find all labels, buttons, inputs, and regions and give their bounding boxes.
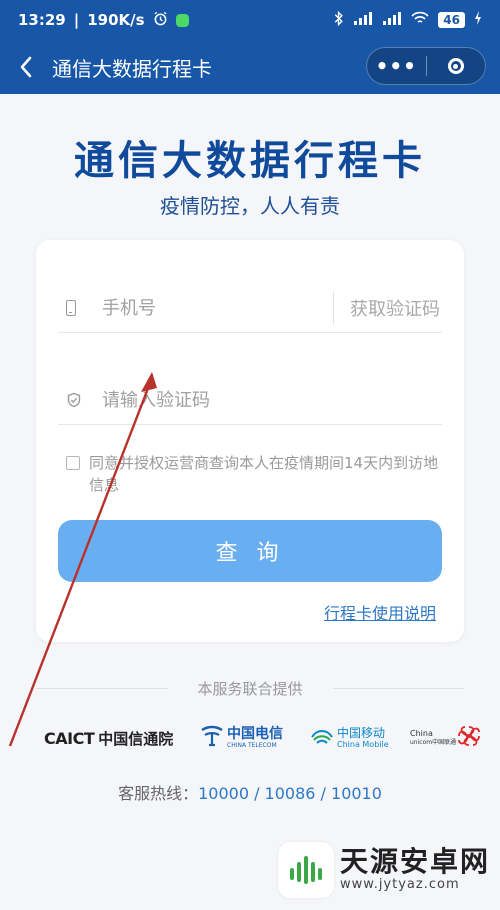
china-mobile-logo: 中国移动 China Mobile: [310, 716, 389, 760]
more-button[interactable]: •••: [367, 47, 426, 85]
provider-line-right: [332, 687, 465, 689]
china-telecom-logo: 中国电信 CHINA TELECOM: [200, 716, 283, 760]
china-unicom-knot-icon: [456, 724, 482, 752]
more-icon: •••: [375, 54, 417, 78]
caict-logo-cn: 中国信通院: [98, 729, 174, 748]
nav-title: 通信大数据行程卡: [52, 56, 212, 81]
signal-hd-icon: [382, 11, 402, 29]
provider-label: 本服务联合提供: [197, 679, 303, 698]
bluetooth-icon: [334, 10, 344, 30]
hotline: 客服热线：10000 / 10086 / 10010: [0, 780, 500, 804]
agreement-row: 同意并授权运营商查询本人在疫情期间14天内到访地信息: [66, 452, 442, 496]
hotline-label: 客服热线：: [118, 784, 199, 803]
hotline-numbers[interactable]: 10000 / 10086 / 10010: [198, 784, 382, 803]
china-mobile-en: China Mobile: [337, 740, 389, 749]
status-left: 13:29 | 190K/s: [18, 11, 189, 30]
charging-icon: [474, 11, 482, 29]
provider-logos: CAICT 中国信通院 中国电信 CHINA TELECOM 中国移动 Chin…: [0, 716, 500, 760]
china-mobile-emblem-icon: [310, 725, 334, 751]
back-icon[interactable]: [0, 40, 52, 94]
usage-guide-link[interactable]: 行程卡使用说明: [324, 600, 436, 624]
code-field-row: [58, 376, 442, 425]
get-code-button[interactable]: 获取验证码: [350, 295, 442, 321]
close-mini-program-button[interactable]: [426, 47, 485, 85]
status-network-speed: 190K/s: [87, 11, 145, 29]
site-watermark: 天源安卓网 www.jytyaz.com: [277, 842, 490, 898]
caict-logo: CAICT 中国信通院: [44, 716, 173, 760]
app-notification-icon: [175, 13, 189, 27]
login-card: 获取验证码 同意并授权运营商查询本人在疫情期间14天内到访地信息 查 询 行程卡…: [36, 240, 464, 642]
china-telecom-emblem-icon: [200, 725, 224, 751]
get-code-divider: [333, 291, 334, 325]
hero-subtitle: 疫情防控，人人有责: [160, 194, 340, 218]
phone-field-row: 获取验证码: [58, 284, 442, 333]
caict-logo-en: CAICT: [44, 728, 95, 748]
query-button[interactable]: 查 询: [58, 520, 442, 582]
android-watermark-icon: [277, 842, 334, 898]
china-mobile-cn: 中国移动: [337, 726, 386, 740]
china-telecom-en: CHINA TELECOM: [227, 742, 277, 749]
shield-icon: [58, 392, 100, 408]
wifi-icon: [411, 11, 429, 29]
hero-title: 通信大数据行程卡: [74, 138, 426, 184]
status-divider: |: [73, 11, 80, 29]
status-right: 46: [334, 10, 482, 30]
china-unicom-logo: China unicom中国联通: [410, 716, 482, 760]
alarm-icon: [153, 11, 168, 30]
status-bar: 13:29 | 190K/s 46: [0, 0, 500, 40]
china-unicom-en: China: [410, 729, 433, 738]
china-unicom-en2: unicom中国联通: [410, 739, 457, 746]
phone-icon: [58, 300, 100, 316]
watermark-cn: 天源安卓网: [339, 845, 490, 879]
agreement-checkbox[interactable]: [66, 456, 80, 470]
mini-program-capsule: •••: [366, 47, 486, 85]
battery-level: 46: [438, 12, 465, 28]
close-ring-icon: [447, 58, 464, 74]
provider-divider-row: 本服务联合提供: [36, 676, 465, 700]
phone-input[interactable]: [100, 287, 333, 329]
signal-icon: [353, 11, 373, 29]
verification-code-input[interactable]: [100, 379, 442, 421]
china-telecom-cn: 中国电信: [227, 726, 283, 742]
agreement-text: 同意并授权运营商查询本人在疫情期间14天内到访地信息: [89, 454, 439, 494]
watermark-en: www.jytyaz.com: [339, 877, 460, 893]
provider-line-left: [36, 687, 168, 689]
nav-bar: 通信大数据行程卡 •••: [0, 40, 500, 94]
status-time: 13:29: [18, 11, 66, 29]
